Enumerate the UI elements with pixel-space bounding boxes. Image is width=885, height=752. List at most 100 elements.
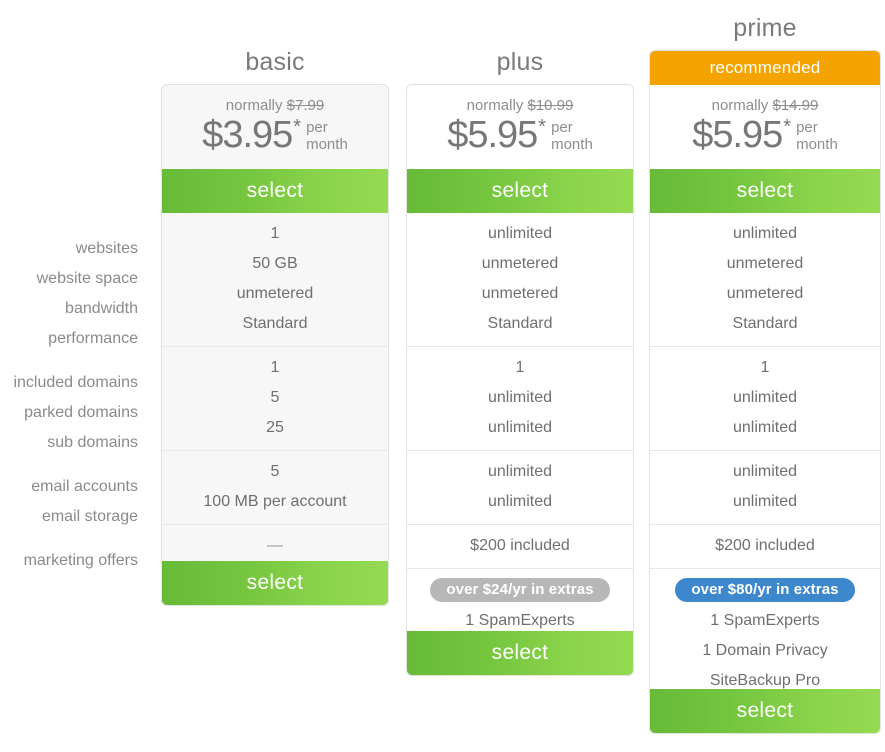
feature-group-hosting-basic: 1 50 GB unmetered Standard xyxy=(162,213,388,346)
normally-amount-basic: $7.99 xyxy=(286,97,325,114)
price-line-prime: $5.95 * per month xyxy=(650,115,880,155)
label-email-storage: email storage xyxy=(41,508,138,525)
price-block-basic: normally $7.99 $3.95 * per month xyxy=(162,85,388,169)
value-included-domains-prime: 1 xyxy=(760,359,770,376)
features-basic: 1 50 GB unmetered Standard 1 5 25 5 100 … xyxy=(162,213,388,568)
value-sub-domains-plus: unlimited xyxy=(487,419,553,436)
plan-title-basic: basic xyxy=(245,48,305,76)
value-bandwidth-plus: unmetered xyxy=(481,285,559,302)
value-sub-domains-basic: 25 xyxy=(266,419,284,436)
select-button-basic-bottom[interactable]: select xyxy=(162,561,388,605)
price-period-line2-plus: month xyxy=(551,136,593,153)
plan-title-prime: prime xyxy=(733,14,797,42)
feature-group-email-basic: 5 100 MB per account xyxy=(162,450,388,524)
price-period-basic: per month xyxy=(306,115,348,153)
select-button-plus-bottom[interactable]: select xyxy=(407,631,633,675)
value-email-storage-plus: unlimited xyxy=(487,493,553,510)
value-email-accounts-prime: unlimited xyxy=(732,463,798,480)
value-included-domains-plus: 1 xyxy=(515,359,525,376)
price-period-plus: per month xyxy=(551,115,593,153)
normally-price-plus: normally $10.99 xyxy=(407,97,633,114)
feature-group-domains-prime: 1 unlimited unlimited xyxy=(650,346,880,450)
feature-labels-list: websites website space bandwidth perform… xyxy=(0,84,150,583)
recommended-banner: recommended xyxy=(650,51,880,85)
value-websites-plus: unlimited xyxy=(487,225,553,242)
price-line-basic: $3.95 * per month xyxy=(162,115,388,155)
value-email-accounts-plus: unlimited xyxy=(487,463,553,480)
value-parked-domains-basic: 5 xyxy=(270,389,280,406)
price-period-line2-prime: month xyxy=(796,136,838,153)
label-websites: websites xyxy=(75,240,138,257)
value-bandwidth-basic: unmetered xyxy=(236,285,314,302)
plan-card-basic: normally $7.99 $3.95 * per month select … xyxy=(161,84,389,606)
feature-group-marketing-prime: $200 included xyxy=(650,524,880,568)
label-email-accounts: email accounts xyxy=(31,478,138,495)
normally-amount-prime: $14.99 xyxy=(772,97,819,114)
label-group-marketing: marketing offers xyxy=(0,539,150,583)
normally-price-basic: normally $7.99 xyxy=(162,97,388,114)
extras-section-prime: over $80/yr in extras 1 SpamExperts 1 Do… xyxy=(650,568,880,704)
price-asterisk-plus: * xyxy=(538,116,547,138)
label-marketing-offers: marketing offers xyxy=(23,552,138,569)
extras-badge-prime: over $80/yr in extras xyxy=(675,578,855,602)
feature-group-marketing-plus: $200 included xyxy=(407,524,633,568)
label-website-space: website space xyxy=(36,270,138,287)
value-bandwidth-prime: unmetered xyxy=(726,285,804,302)
select-button-plus-top[interactable]: select xyxy=(407,169,633,213)
label-included-domains: included domains xyxy=(13,374,138,391)
label-group-hosting: websites website space bandwidth perform… xyxy=(0,228,150,361)
feature-group-email-prime: unlimited unlimited xyxy=(650,450,880,524)
value-performance-plus: Standard xyxy=(487,315,553,332)
select-button-basic-top[interactable]: select xyxy=(162,169,388,213)
feature-group-email-plus: unlimited unlimited xyxy=(407,450,633,524)
feature-group-hosting-prime: unlimited unmetered unmetered Standard xyxy=(650,213,880,346)
label-sub-domains: sub domains xyxy=(47,434,138,451)
plan-card-prime: recommended normally $14.99 $5.95 * per … xyxy=(649,50,881,734)
normally-price-prime: normally $14.99 xyxy=(650,97,880,114)
price-period-line1-prime: per xyxy=(796,119,818,136)
price-block-plus: normally $10.99 $5.95 * per month xyxy=(407,85,633,169)
feature-group-domains-basic: 1 5 25 xyxy=(162,346,388,450)
value-marketing-offers-basic: — xyxy=(267,537,283,554)
normally-prefix-plus: normally xyxy=(466,97,524,114)
price-amount-basic: $3.95 xyxy=(202,114,293,156)
value-website-space-basic: 50 GB xyxy=(252,255,298,272)
features-prime: unlimited unmetered unmetered Standard 1… xyxy=(650,213,880,568)
value-email-storage-prime: unlimited xyxy=(732,493,798,510)
value-websites-basic: 1 xyxy=(270,225,280,242)
price-period-line2-basic: month xyxy=(306,136,348,153)
label-group-domains: included domains parked domains sub doma… xyxy=(0,361,150,465)
label-group-email: email accounts email storage xyxy=(0,465,150,539)
normally-prefix-basic: normally xyxy=(225,97,283,114)
pricing-table: websites website space bandwidth perform… xyxy=(0,0,885,752)
value-marketing-offers-plus: $200 included xyxy=(470,537,570,554)
price-asterisk-basic: * xyxy=(293,116,302,138)
select-button-prime-top[interactable]: select xyxy=(650,169,880,213)
value-parked-domains-plus: unlimited xyxy=(487,389,553,406)
select-button-prime-bottom[interactable]: select xyxy=(650,689,880,733)
value-email-accounts-basic: 5 xyxy=(270,463,280,480)
value-websites-prime: unlimited xyxy=(732,225,798,242)
value-parked-domains-prime: unlimited xyxy=(732,389,798,406)
price-line-plus: $5.95 * per month xyxy=(407,115,633,155)
value-included-domains-basic: 1 xyxy=(270,359,280,376)
label-bandwidth: bandwidth xyxy=(65,300,138,317)
price-asterisk-prime: * xyxy=(783,116,792,138)
value-email-storage-basic: 100 MB per account xyxy=(203,493,347,510)
plan-title-plus: plus xyxy=(496,48,544,76)
value-performance-basic: Standard xyxy=(242,315,308,332)
feature-group-hosting-plus: unlimited unmetered unmetered Standard xyxy=(407,213,633,346)
extras-badge-wrap-plus: over $24/yr in extras xyxy=(407,569,633,606)
price-block-prime: normally $14.99 $5.95 * per month xyxy=(650,85,880,169)
feature-group-domains-plus: 1 unlimited unlimited xyxy=(407,346,633,450)
extras-badge-plus: over $24/yr in extras xyxy=(430,578,610,602)
price-amount-plus: $5.95 xyxy=(447,114,538,156)
extras-badge-wrap-prime: over $80/yr in extras xyxy=(650,569,880,606)
normally-prefix-prime: normally xyxy=(711,97,769,114)
label-performance: performance xyxy=(48,330,138,347)
price-amount-prime: $5.95 xyxy=(692,114,783,156)
value-marketing-offers-prime: $200 included xyxy=(715,537,815,554)
price-period-line1-basic: per xyxy=(306,119,328,136)
label-parked-domains: parked domains xyxy=(24,404,138,421)
value-sub-domains-prime: unlimited xyxy=(732,419,798,436)
